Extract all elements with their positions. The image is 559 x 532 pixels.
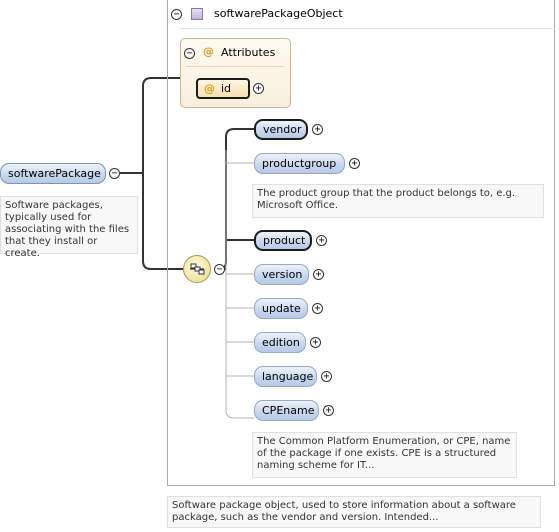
- root-annotation-line: associating with the files: [5, 224, 130, 235]
- element-label: edition: [262, 336, 300, 349]
- element-label: product: [263, 234, 306, 247]
- annotation-line: naming scheme for IT...: [257, 460, 375, 471]
- type-header-divider: [180, 28, 555, 29]
- root-annotation-line: Software packages,: [5, 200, 103, 211]
- type-annotation: Software package object, used to store i…: [167, 496, 541, 528]
- element-label: version: [262, 268, 303, 281]
- element-product[interactable]: product: [254, 230, 312, 251]
- expand-productgroup-icon[interactable]: +: [349, 158, 360, 169]
- attributes-divider: [186, 66, 284, 67]
- collapse-attributes-icon[interactable]: −: [184, 48, 195, 59]
- annotation-line: Software package object, used to store i…: [172, 500, 516, 511]
- sequence-glyph-icon: [190, 263, 205, 275]
- expand-attribute-id-icon[interactable]: +: [253, 83, 264, 94]
- expand-product-icon[interactable]: +: [316, 235, 327, 246]
- element-label: productgroup: [262, 157, 337, 170]
- attribute-label: id: [221, 82, 232, 95]
- annotation-line: The Common Platform Enumeration, or CPE,…: [257, 436, 511, 447]
- attributes-marker-icon: @: [203, 45, 214, 58]
- expand-update-icon[interactable]: +: [312, 303, 323, 314]
- expand-CPEname-icon[interactable]: +: [323, 405, 334, 416]
- CPEname-annotation: The Common Platform Enumeration, or CPE,…: [252, 432, 517, 478]
- collapse-type-icon[interactable]: −: [171, 9, 182, 20]
- annotation-line: Microsoft Office.: [257, 200, 339, 211]
- element-update[interactable]: update: [254, 298, 308, 319]
- element-CPEname[interactable]: CPEname: [254, 400, 319, 421]
- root-annotation-line: typically used for: [5, 212, 92, 223]
- expand-version-icon[interactable]: +: [313, 269, 324, 280]
- root-annotation: Software packages, typically used for as…: [0, 196, 138, 259]
- element-vendor[interactable]: vendor: [254, 119, 308, 140]
- element-productgroup[interactable]: productgroup: [254, 153, 345, 174]
- annotation-line: of the package if one exists. CPE is a s…: [257, 448, 497, 459]
- element-label: CPEname: [262, 404, 315, 417]
- complex-type-name: softwarePackageObject: [214, 7, 343, 20]
- collapse-root-icon[interactable]: −: [109, 168, 120, 179]
- element-edition[interactable]: edition: [254, 332, 306, 353]
- attribute-marker-icon: @: [204, 82, 215, 95]
- element-version[interactable]: version: [254, 264, 309, 285]
- root-element-softwarePackage[interactable]: softwarePackage: [0, 163, 106, 184]
- sequence-compositor-icon[interactable]: [183, 255, 211, 283]
- expand-vendor-icon[interactable]: +: [312, 124, 323, 135]
- complex-type-icon: [191, 8, 203, 20]
- attribute-id[interactable]: @ id: [196, 78, 250, 99]
- collapse-sequence-icon[interactable]: −: [214, 264, 225, 275]
- expand-language-icon[interactable]: +: [321, 371, 332, 382]
- productgroup-annotation: The product group that the product belon…: [252, 184, 544, 218]
- element-label: language: [262, 370, 314, 383]
- annotation-line: The product group that the product belon…: [257, 188, 516, 199]
- root-annotation-line: that they install or create.: [5, 236, 98, 259]
- element-label: vendor: [263, 123, 302, 136]
- attributes-label: Attributes: [221, 46, 276, 59]
- expand-edition-icon[interactable]: +: [310, 337, 321, 348]
- annotation-line: package, such as the vendor and version.…: [172, 512, 439, 523]
- element-language[interactable]: language: [254, 366, 317, 387]
- root-element-label: softwarePackage: [8, 167, 101, 180]
- element-label: update: [262, 302, 301, 315]
